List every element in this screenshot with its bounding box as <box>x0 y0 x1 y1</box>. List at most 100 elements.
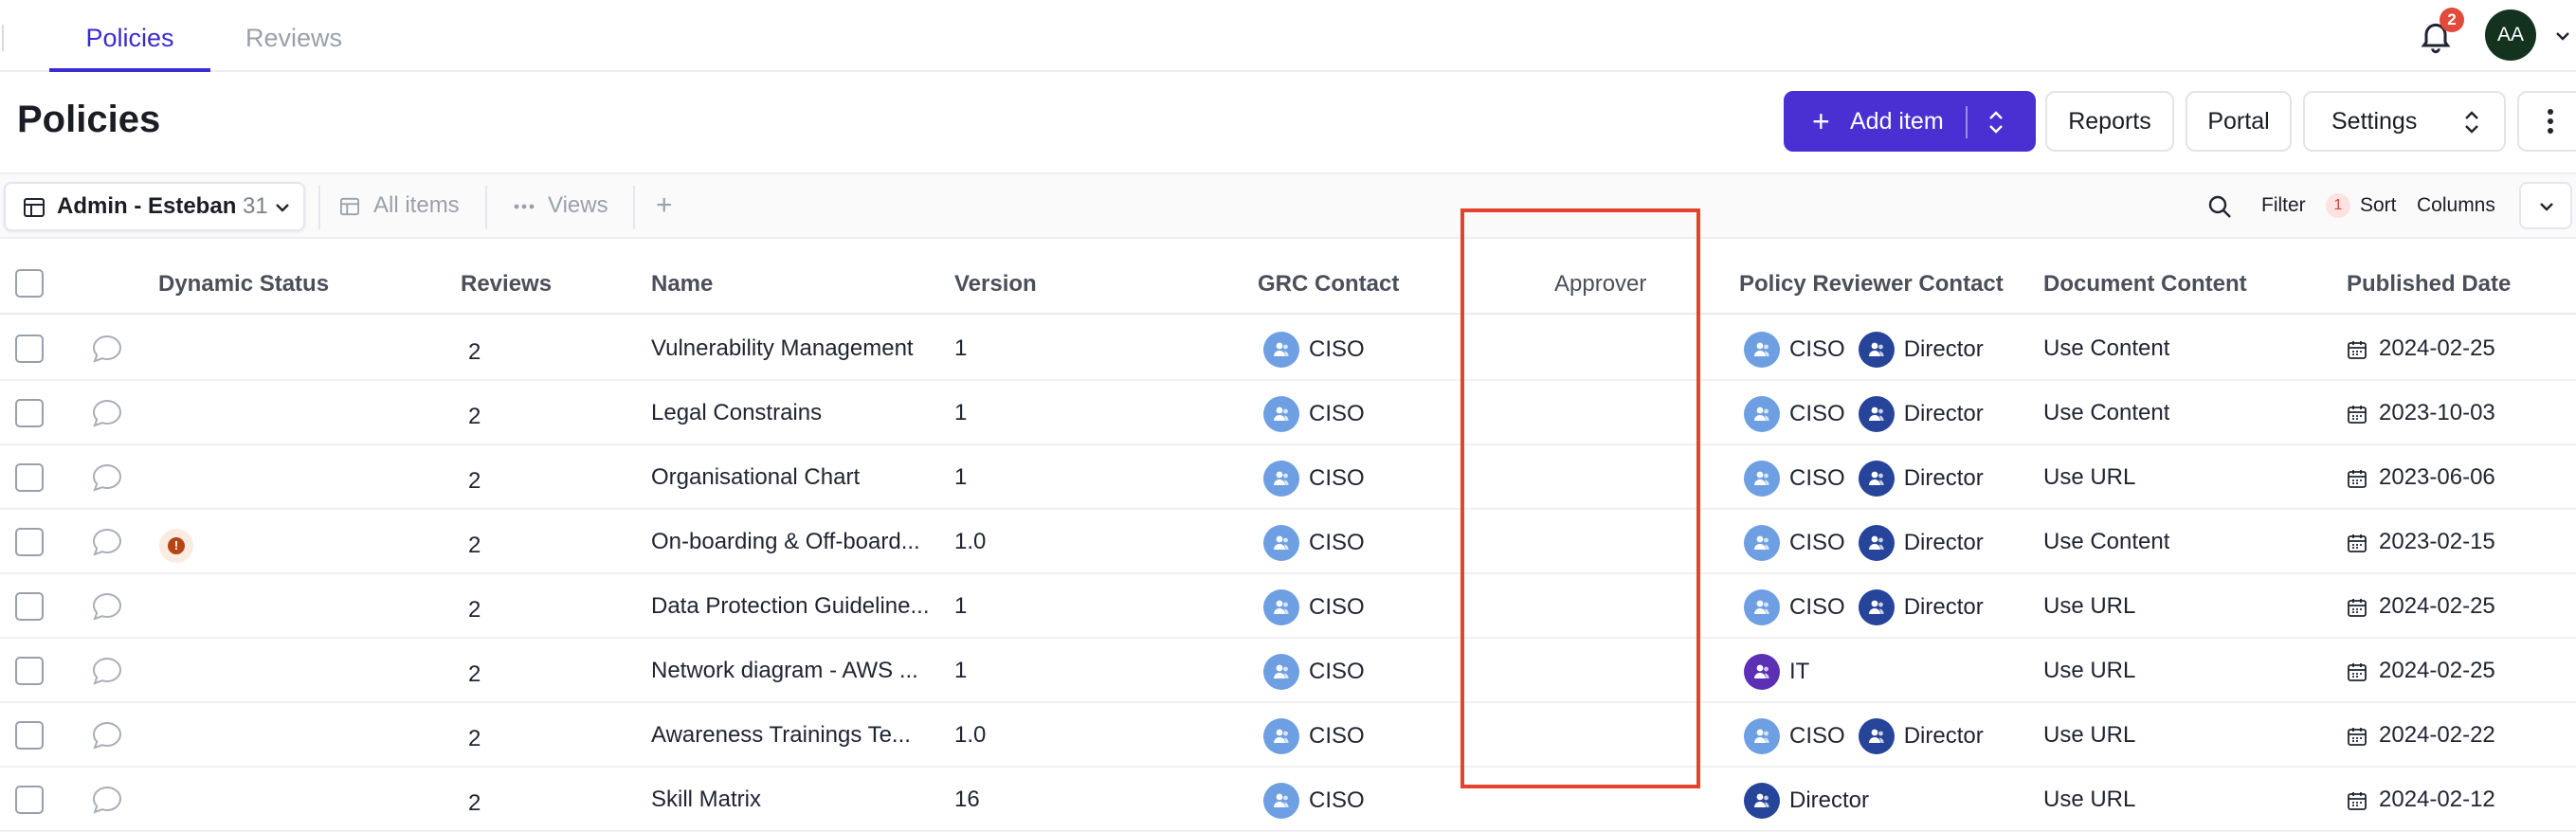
reviewer-chip[interactable]: CISO <box>1744 446 1845 510</box>
view-selector[interactable]: Admin - Esteban 31 <box>4 182 305 231</box>
grc-contact-cell[interactable]: CISO <box>1263 703 1365 768</box>
column-header-document-content[interactable]: Document Content <box>2043 248 2247 315</box>
portal-button[interactable]: Portal <box>2186 91 2292 152</box>
column-header-approver[interactable]: Approver <box>1554 248 1646 315</box>
comment-icon[interactable] <box>91 785 123 815</box>
tab-reviews[interactable]: Reviews <box>227 0 360 72</box>
row-checkbox[interactable] <box>15 399 44 427</box>
table-row[interactable]: 2 Skill Matrix 16 CISO Director Use URL 2024-0… <box>0 768 2576 832</box>
views-button[interactable]: Views <box>514 174 608 237</box>
row-checkbox[interactable] <box>15 786 44 814</box>
row-checkbox[interactable] <box>15 335 44 363</box>
user-group-icon <box>1754 407 1769 422</box>
reviewer-chip[interactable]: Director <box>1858 704 1984 768</box>
grc-contact-cell[interactable]: CISO <box>1263 445 1365 510</box>
policy-name[interactable]: Legal Constrains <box>651 381 935 445</box>
grc-contact-cell[interactable]: CISO <box>1263 639 1365 703</box>
table-row[interactable]: 2 Awareness Trainings Te... 1.0 CISO CISO Dir… <box>0 703 2576 768</box>
policy-reviewer-cell[interactable]: Director <box>1744 768 1869 832</box>
grc-contact-cell[interactable]: CISO <box>1263 768 1365 832</box>
filter-button[interactable]: Filter <box>2261 174 2306 237</box>
table-row[interactable]: 2 Data Protection Guideline... 1 CISO CISO Di… <box>0 574 2576 639</box>
comment-icon[interactable] <box>91 720 123 751</box>
published-date-cell: 2023-10-03 <box>2347 381 2495 445</box>
column-header-grc-contact[interactable]: GRC Contact <box>1258 248 1399 315</box>
toolbar-collapse-button[interactable] <box>2519 182 2572 229</box>
comment-icon[interactable] <box>91 591 123 622</box>
reviewer-chip[interactable]: CISO <box>1744 317 1845 381</box>
grc-contact-name: CISO <box>1309 787 1365 813</box>
tab-policies[interactable]: Policies <box>49 0 210 72</box>
policy-name[interactable]: Skill Matrix <box>651 768 935 832</box>
policy-name[interactable]: Vulnerability Management <box>651 317 935 381</box>
policy-name[interactable]: Awareness Trainings Te... <box>651 703 935 768</box>
chevron-down-icon[interactable] <box>2553 28 2572 44</box>
row-checkbox[interactable] <box>15 657 44 685</box>
comment-icon[interactable] <box>91 527 123 557</box>
user-avatar[interactable]: AA <box>2485 9 2536 61</box>
search-icon[interactable] <box>2206 193 2233 220</box>
policy-name[interactable]: Organisational Chart <box>651 445 935 510</box>
reviewer-chip[interactable]: Director <box>1858 446 1984 510</box>
table-row[interactable]: 2 Legal Constrains 1 CISO CISO Director Use Co… <box>0 381 2576 445</box>
comment-icon[interactable] <box>91 334 123 364</box>
reviewer-chip[interactable]: Director <box>1858 382 1984 445</box>
grc-contact-name: CISO <box>1309 400 1365 426</box>
table-row[interactable]: 2 Network diagram - AWS ... 1 CISO IT Use URL… <box>0 639 2576 703</box>
policy-reviewer-cell[interactable]: CISO Director <box>1744 703 1984 768</box>
collapsed-sidebar-edge[interactable] <box>0 25 4 51</box>
row-checkbox[interactable] <box>15 592 44 621</box>
contact-avatar <box>1744 654 1780 691</box>
reviewer-chip[interactable]: Director <box>1744 769 1869 832</box>
grc-contact-cell[interactable]: CISO <box>1263 574 1365 639</box>
all-items-button[interactable]: All items <box>339 174 460 237</box>
add-item-button[interactable]: + Add item <box>1784 91 2036 152</box>
reviewer-chip[interactable]: IT <box>1744 640 1809 703</box>
policy-name[interactable]: Data Protection Guideline... <box>651 574 935 639</box>
policy-reviewer-cell[interactable]: CISO Director <box>1744 381 1984 445</box>
grc-contact-cell[interactable]: CISO <box>1263 510 1365 574</box>
reviewer-chip[interactable]: CISO <box>1744 382 1845 445</box>
row-checkbox[interactable] <box>15 528 44 556</box>
grc-contact-cell[interactable]: CISO <box>1263 317 1365 381</box>
columns-button[interactable]: Columns <box>2417 174 2495 237</box>
published-date-cell: 2023-06-06 <box>2347 445 2495 510</box>
table-row[interactable]: 2 Organisational Chart 1 CISO CISO Director Us… <box>0 445 2576 510</box>
comment-icon[interactable] <box>91 656 123 686</box>
row-checkbox[interactable] <box>15 463 44 492</box>
reviewer-chip[interactable]: CISO <box>1744 511 1845 574</box>
policy-reviewer-cell[interactable]: IT <box>1744 639 1809 703</box>
policy-name[interactable]: Network diagram - AWS ... <box>651 639 935 703</box>
policy-reviewer-cell[interactable]: CISO Director <box>1744 510 1984 574</box>
reports-button[interactable]: Reports <box>2045 91 2174 152</box>
column-header-policy-reviewer-contact[interactable]: Policy Reviewer Contact <box>1739 248 2004 315</box>
policy-name[interactable]: On-boarding & Off-board... <box>651 510 935 574</box>
more-options-button[interactable] <box>2517 91 2576 152</box>
updown-icon[interactable] <box>1983 108 2009 136</box>
table-row[interactable]: ! 2 On-boarding & Off-board... 1.0 CISO CISO D… <box>0 510 2576 574</box>
sort-button[interactable]: 1 Sort <box>2326 174 2397 237</box>
add-view-button[interactable]: + <box>656 174 673 237</box>
comment-icon[interactable] <box>91 462 123 493</box>
column-header-published-date[interactable]: Published Date <box>2347 248 2511 315</box>
column-header-name[interactable]: Name <box>651 248 713 315</box>
row-checkbox[interactable] <box>15 721 44 750</box>
settings-button[interactable]: Settings <box>2303 91 2506 152</box>
reviewer-chip[interactable]: CISO <box>1744 575 1845 639</box>
column-header-reviews[interactable]: Reviews <box>461 248 552 315</box>
grc-contact-cell[interactable]: CISO <box>1263 381 1365 445</box>
column-header-dynamic-status[interactable]: Dynamic Status <box>158 248 329 315</box>
reviewer-chip[interactable]: Director <box>1858 317 1984 381</box>
policy-reviewer-cell[interactable]: CISO Director <box>1744 445 1984 510</box>
dynamic-status-indicator[interactable]: ! <box>159 529 193 563</box>
reviewer-chip[interactable]: CISO <box>1744 704 1845 768</box>
column-header-version[interactable]: Version <box>954 248 1037 315</box>
policy-reviewer-cell[interactable]: CISO Director <box>1744 574 1984 639</box>
contact-avatar <box>1744 589 1780 626</box>
comment-icon[interactable] <box>91 398 123 428</box>
select-all-checkbox[interactable] <box>15 269 44 298</box>
reviewer-chip[interactable]: Director <box>1858 575 1984 639</box>
reviewer-chip[interactable]: Director <box>1858 511 1984 574</box>
table-row[interactable]: 2 Vulnerability Management 1 CISO CISO Direct… <box>0 317 2576 381</box>
policy-reviewer-cell[interactable]: CISO Director <box>1744 317 1984 381</box>
